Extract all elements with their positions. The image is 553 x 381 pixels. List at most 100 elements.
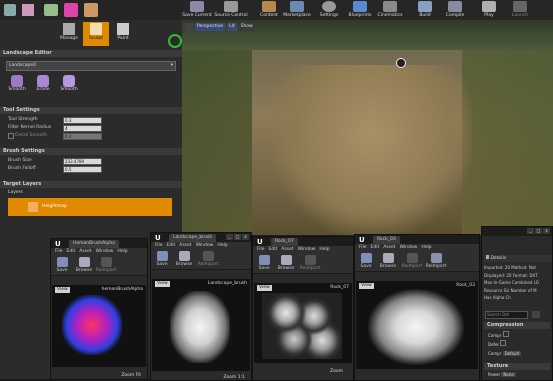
tab-paint[interactable]: Paint (110, 22, 136, 46)
window-4-titlebar[interactable]: U Rock_03 (355, 235, 479, 244)
marketplace-button[interactable]: Marketplace (282, 0, 312, 20)
zoom-label[interactable]: Zoom 1:1 (223, 375, 245, 380)
close-icon[interactable]: x (543, 228, 550, 234)
paint-mode-icon[interactable] (22, 4, 34, 16)
tab-manage[interactable]: Manage (56, 22, 82, 46)
window-1-preview[interactable]: View hemanBrushAlpha (52, 285, 146, 367)
window-3-preview[interactable]: View Rock_07 (254, 283, 352, 363)
browse-button[interactable]: Browse (73, 256, 95, 273)
close-icon[interactable]: x (242, 234, 249, 240)
zoom-label[interactable]: Zoom Fit (121, 373, 141, 378)
window-3-titlebar[interactable]: U Rock_07 (253, 237, 353, 246)
save-button[interactable]: Save (51, 256, 73, 273)
menu-window[interactable]: Window (96, 249, 114, 254)
compr-checkbox[interactable] (502, 331, 509, 337)
menu-help[interactable]: Help (117, 249, 127, 254)
save-button[interactable]: Save (355, 252, 377, 269)
menu-file[interactable]: File (359, 245, 367, 250)
window-1-titlebar[interactable]: U HemanBrushAlpha (51, 239, 147, 248)
view-menu-button[interactable]: View (257, 285, 272, 291)
launch-button[interactable]: Launch (508, 0, 532, 20)
details-titlebar[interactable]: _ □ x (482, 227, 552, 236)
brush-falloff-field[interactable]: 0.5 (63, 166, 102, 173)
menu-help[interactable]: Help (319, 247, 329, 252)
minimize-icon[interactable]: _ (226, 234, 233, 240)
window-1-tab[interactable]: HemanBrushAlpha (69, 240, 119, 248)
save-button[interactable]: Save (151, 250, 173, 267)
menu-edit[interactable]: Edit (371, 245, 380, 250)
browse-button[interactable]: Browse (377, 252, 399, 269)
blueprints-button[interactable]: Blueprints (346, 0, 374, 20)
landscape-mode-icon[interactable] (44, 4, 58, 16)
viewport-options-icon[interactable] (185, 23, 193, 31)
settings-button[interactable]: Settings (316, 0, 342, 20)
window-2-tab[interactable]: Landscape_brush (169, 234, 217, 242)
detail-smooth-field[interactable]: 0.3 (63, 133, 102, 140)
green-gizmo-icon[interactable] (168, 34, 182, 48)
menu-window[interactable]: Window (400, 245, 418, 250)
cinematics-button[interactable]: Cinematics (376, 0, 404, 20)
window-4-tab[interactable]: Rock_03 (373, 236, 400, 244)
zoom-label[interactable]: Zoom (330, 369, 343, 374)
foliage-mode-icon[interactable] (64, 3, 78, 17)
menu-asset[interactable]: Asset (179, 243, 191, 248)
menu-asset[interactable]: Asset (383, 245, 395, 250)
power-select[interactable]: None (501, 372, 516, 377)
brush-size-field[interactable]: 233.4789 (63, 158, 102, 165)
compr-setting-select[interactable]: Default (502, 351, 522, 356)
window-2-titlebar[interactable]: U Landscape_brush _ □ x (151, 233, 251, 242)
menu-help[interactable]: Help (421, 245, 431, 250)
geometry-mode-icon[interactable] (84, 3, 98, 17)
menu-file[interactable]: File (257, 247, 265, 252)
place-mode-icon[interactable] (4, 4, 16, 16)
filter-kernel-field[interactable]: 4 (63, 125, 102, 132)
browse-button[interactable]: Browse (173, 250, 195, 267)
tool-smooth[interactable]: Smooth (6, 75, 28, 92)
reimport-button[interactable]: Reimport (197, 250, 219, 267)
minimize-icon[interactable]: _ (527, 228, 534, 234)
window-4-preview[interactable]: View Rock_03 (356, 281, 478, 369)
reimport-button-2[interactable]: Reimport (425, 252, 447, 269)
view-menu-button[interactable]: View (55, 287, 70, 293)
menu-file[interactable]: File (55, 249, 63, 254)
view-menu-button[interactable]: View (155, 281, 170, 287)
menu-asset[interactable]: Asset (281, 247, 293, 252)
source-control-button[interactable]: Source Control (214, 0, 248, 20)
perspective-button[interactable]: Perspective (195, 23, 226, 31)
play-button[interactable]: Play (478, 0, 500, 20)
tool-smooth-2[interactable]: Smooth (58, 75, 80, 92)
menu-edit[interactable]: Edit (167, 243, 176, 248)
heightmap-layer[interactable]: Heightmap (8, 198, 172, 216)
menu-edit[interactable]: Edit (67, 249, 76, 254)
detail-smooth-checkbox[interactable] (8, 133, 14, 139)
show-button[interactable]: Show (238, 23, 255, 31)
defer-checkbox[interactable] (500, 340, 507, 346)
tool-erode[interactable]: Erode (32, 75, 54, 92)
maximize-icon[interactable]: □ (234, 234, 241, 240)
menu-help[interactable]: Help (217, 243, 227, 248)
menu-edit[interactable]: Edit (269, 247, 278, 252)
maximize-icon[interactable]: □ (535, 228, 542, 234)
details-view-options-icon[interactable] (532, 311, 540, 318)
tab-sculpt[interactable]: Sculpt (83, 22, 109, 46)
level-viewport[interactable]: Perspective Lit Show (182, 20, 553, 235)
tool-strength-field[interactable]: 0.3 (63, 117, 102, 124)
window-2-preview[interactable]: View Landscape_brush (152, 279, 250, 371)
lit-button[interactable]: Lit (227, 23, 237, 31)
save-button[interactable]: Save (253, 254, 275, 271)
reimport-button[interactable]: Reimport (401, 252, 423, 269)
menu-asset[interactable]: Asset (79, 249, 91, 254)
browse-button[interactable]: Browse (275, 254, 297, 271)
menu-file[interactable]: File (155, 243, 163, 248)
landscape-select[interactable]: Landscape0 ▾ (6, 61, 176, 71)
window-3-tab[interactable]: Rock_07 (271, 238, 298, 246)
save-current-button[interactable]: Save Current (182, 0, 212, 20)
reimport-button[interactable]: Reimport (299, 254, 321, 271)
content-button[interactable]: Content (256, 0, 282, 20)
reimport-button[interactable]: Reimport (95, 256, 117, 273)
menu-window[interactable]: Window (196, 243, 214, 248)
compile-button[interactable]: Compile (442, 0, 468, 20)
menu-window[interactable]: Window (298, 247, 316, 252)
build-button[interactable]: Build (414, 0, 436, 20)
details-search[interactable]: Search Det (485, 311, 528, 319)
